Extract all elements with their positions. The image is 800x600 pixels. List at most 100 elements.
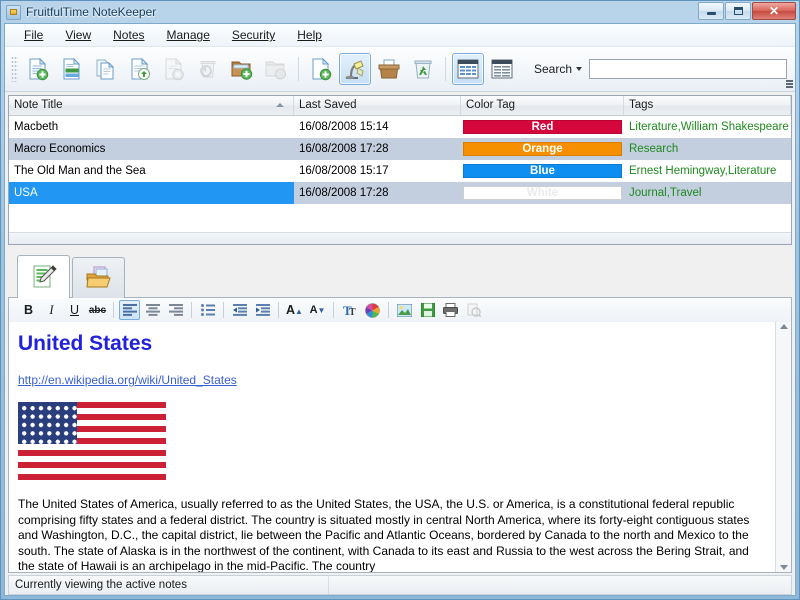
scroll-up-icon[interactable]	[779, 324, 788, 329]
increase-font-size-button[interactable]: A▲	[284, 300, 305, 320]
column-header-color-tag-label: Color Tag	[466, 99, 516, 111]
detail-view-button[interactable]	[486, 53, 518, 85]
flag-stars	[18, 402, 77, 444]
horizontal-splitter[interactable]	[5, 245, 795, 252]
list-view-button[interactable]	[452, 53, 484, 85]
note-content[interactable]: United States http://en.wikipedia.org/wi…	[9, 322, 775, 572]
reminders-button[interactable]	[339, 53, 371, 85]
underline-icon: U	[69, 303, 80, 317]
decrease-indent-button[interactable]	[229, 300, 250, 320]
maximize-button[interactable]	[725, 2, 751, 20]
search-input[interactable]	[589, 59, 787, 79]
font-button[interactable]: TT	[339, 300, 360, 320]
note-paragraph: The United States of America, usually re…	[18, 497, 750, 572]
minimize-button[interactable]	[698, 2, 724, 20]
align-center-button[interactable]	[142, 300, 163, 320]
close-button[interactable]: ✕	[752, 2, 796, 20]
decrease-font-size-button[interactable]: A▼	[307, 300, 328, 320]
cell-note-title: The Old Man and the Sea	[14, 165, 146, 177]
column-header-color-tag[interactable]: Color Tag	[461, 96, 624, 115]
format-separator-6	[388, 302, 389, 318]
save-button[interactable]	[417, 300, 438, 320]
column-header-note-title[interactable]: Note Title	[9, 96, 294, 115]
menu-item-view[interactable]: View	[54, 25, 102, 45]
search-label[interactable]: Search	[534, 62, 572, 76]
window-title: FruitfulTime NoteKeeper	[26, 5, 157, 19]
column-header-tags[interactable]: Tags	[624, 96, 791, 115]
recycle-bin-button[interactable]	[407, 53, 439, 85]
menu-bar: File View Notes Manage Security Help	[5, 24, 795, 47]
cell-tags: Research	[629, 143, 679, 155]
tab-note[interactable]	[17, 255, 70, 299]
tab-attachments[interactable]	[72, 257, 125, 298]
note-list-header: Note Title Last Saved Color Tag Tags	[9, 96, 791, 116]
chevron-down-icon[interactable]	[576, 67, 582, 71]
note-list-footer	[9, 232, 791, 244]
insert-image-button[interactable]	[394, 300, 415, 320]
table-row-selected[interactable]: USA 16/08/2008 17:28 White Journal,Trave…	[9, 182, 791, 204]
column-header-last-saved[interactable]: Last Saved	[294, 96, 461, 115]
menu-item-manage[interactable]: Manage	[156, 25, 221, 45]
recycle-back-button	[192, 53, 224, 85]
folder-delete-icon	[263, 56, 289, 82]
print-preview-icon	[466, 303, 481, 317]
archive-button[interactable]	[373, 53, 405, 85]
italic-button[interactable]: I	[41, 300, 62, 320]
document-delete-icon	[161, 56, 187, 82]
menu-item-help[interactable]: Help	[286, 25, 333, 45]
delete-note-button	[158, 53, 190, 85]
align-center-icon	[145, 304, 160, 316]
toolbar-overflow-button[interactable]	[785, 78, 793, 88]
text-color-button[interactable]	[362, 300, 383, 320]
bullet-list-button[interactable]	[197, 300, 218, 320]
maximize-icon	[733, 7, 743, 15]
bold-icon: B	[23, 303, 34, 317]
align-right-button[interactable]	[165, 300, 186, 320]
increase-indent-button[interactable]	[252, 300, 273, 320]
color-tag-swatch: Red	[463, 120, 622, 134]
page-add-icon	[308, 56, 334, 82]
menu-item-file[interactable]: File	[13, 25, 54, 45]
table-row[interactable]: Macro Economics 16/08/2008 17:28 Orange …	[9, 138, 791, 160]
document-recycle-icon	[127, 56, 153, 82]
title-bar[interactable]: FruitfulTime NoteKeeper ✕	[1, 1, 799, 23]
table-row[interactable]: The Old Man and the Sea 16/08/2008 15:17…	[9, 160, 791, 182]
cell-last-saved: 16/08/2008 15:14	[299, 121, 389, 133]
bold-button[interactable]: B	[18, 300, 39, 320]
new-folder-button[interactable]	[226, 53, 258, 85]
document-add-icon	[25, 56, 51, 82]
increase-indent-icon	[255, 304, 270, 316]
united-states-flag-image	[18, 402, 166, 480]
scroll-down-icon[interactable]	[779, 565, 788, 570]
folder-add-icon	[229, 56, 255, 82]
editor-scrollbar[interactable]	[775, 322, 791, 572]
cell-tags: Ernest Hemingway,Literature	[629, 165, 777, 177]
print-button[interactable]	[440, 300, 461, 320]
underline-button[interactable]: U	[64, 300, 85, 320]
table-row[interactable]: Macbeth 16/08/2008 15:14 Red Literature,…	[9, 116, 791, 138]
main-toolbar: Search	[5, 47, 795, 92]
align-left-button[interactable]	[119, 300, 140, 320]
svg-text:T: T	[349, 307, 356, 317]
note-editor[interactable]: United States http://en.wikipedia.org/wi…	[8, 322, 792, 573]
copy-note-button[interactable]	[90, 53, 122, 85]
format-separator-5	[333, 302, 334, 318]
menu-item-security[interactable]: Security	[221, 25, 286, 45]
list-view-icon	[455, 56, 481, 82]
client-area: File View Notes Manage Security Help Sea…	[4, 23, 796, 596]
restore-note-button[interactable]	[124, 53, 156, 85]
print-preview-button[interactable]	[463, 300, 484, 320]
image-icon	[397, 303, 412, 317]
window-controls: ✕	[697, 2, 796, 20]
new-note-from-template-button[interactable]	[56, 53, 88, 85]
menu-view-label: View	[65, 28, 92, 42]
menu-item-notes[interactable]: Notes	[102, 25, 155, 45]
strikethrough-button[interactable]: abc	[87, 300, 108, 320]
new-page-button[interactable]	[305, 53, 337, 85]
cell-color-tag: Orange	[461, 138, 624, 160]
toolbar-grip[interactable]	[11, 56, 18, 82]
recycle-bin-icon	[410, 56, 436, 82]
new-note-button[interactable]	[22, 53, 54, 85]
note-link[interactable]: http://en.wikipedia.org/wiki/United_Stat…	[18, 373, 767, 387]
status-bar: Currently viewing the active notes	[8, 575, 792, 595]
